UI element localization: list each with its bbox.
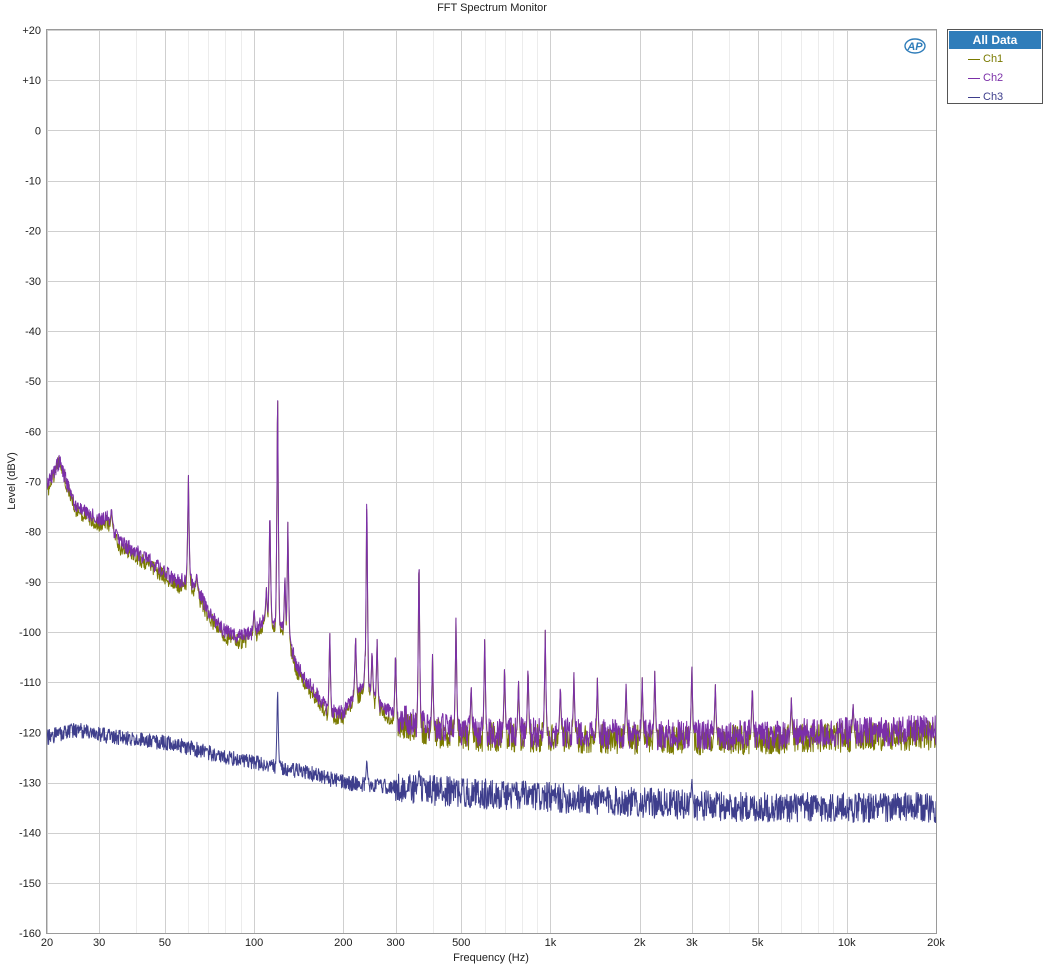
x-tick-label: 200	[334, 937, 352, 949]
y-tick-label: -20	[25, 226, 41, 238]
x-tick-label: 300	[386, 937, 404, 949]
x-tick-label: 3k	[686, 937, 698, 949]
x-axis: 20 30 50 100 200 300 500 1k 2k 3k 5k 10k 20k	[41, 937, 945, 949]
y-tick-label: -60	[25, 426, 41, 438]
y-tick-label: -70	[25, 477, 41, 489]
y-tick-label: -140	[19, 828, 41, 840]
legend-header[interactable]: All Data	[949, 31, 1041, 49]
series-line-ch3	[46, 691, 937, 824]
y-axis-label: Level (dBV)	[6, 452, 18, 509]
y-tick-label: -110	[20, 677, 41, 689]
legend-item-ch1[interactable]: Ch1	[948, 50, 1042, 69]
series-line-ch2	[46, 400, 937, 751]
y-tick-label: -50	[25, 376, 41, 388]
x-tick-label: 500	[452, 937, 470, 949]
series-line-ch1	[46, 400, 937, 756]
chart-title: FFT Spectrum Monitor	[437, 2, 547, 14]
x-tick-label: 100	[245, 937, 263, 949]
y-tick-label: -100	[19, 627, 41, 639]
ap-logo-text: AP	[906, 41, 923, 53]
legend-item-ch3[interactable]: Ch3	[948, 88, 1042, 107]
y-tick-label: -130	[19, 778, 41, 790]
legend-label-ch1: Ch1	[983, 53, 1004, 65]
legend-swatch-ch1	[968, 59, 980, 60]
y-tick-label: -90	[25, 577, 41, 589]
x-tick-label: 20	[41, 937, 53, 949]
y-tick-label: +20	[22, 25, 41, 37]
y-tick-label: -10	[25, 176, 41, 188]
y-tick-label: -120	[19, 727, 41, 739]
y-tick-label: -40	[25, 326, 41, 338]
legend-swatch-ch2	[968, 78, 980, 79]
y-tick-label: 0	[35, 125, 41, 137]
x-axis-label: Frequency (Hz)	[453, 952, 529, 964]
legend-swatch-ch3	[968, 97, 980, 98]
y-tick-label: -150	[19, 878, 41, 890]
fft-chart: FFT Spectrum Monitor +20 +10 0 -10 -20 -30 -40…	[6, 2, 945, 964]
y-tick-label: +10	[22, 75, 41, 87]
x-tick-label: 30	[93, 937, 105, 949]
ap-logo-icon: AP	[904, 38, 926, 54]
y-axis: +20 +10 0 -10 -20 -30 -40 -50 -60 -70 -80 -90 -100 -1…	[19, 25, 41, 940]
series-layer	[46, 400, 937, 824]
x-tick-label: 2k	[634, 937, 646, 949]
y-tick-label: -30	[25, 276, 41, 288]
x-tick-label: 5k	[752, 937, 764, 949]
legend-item-ch2[interactable]: Ch2	[948, 69, 1042, 88]
y-tick-label: -80	[25, 527, 41, 539]
legend-label-ch2: Ch2	[983, 72, 1004, 84]
legend: All Data Ch1 Ch2 Ch3	[947, 29, 1043, 104]
x-tick-label: 10k	[838, 937, 856, 949]
x-tick-label: 20k	[927, 937, 945, 949]
y-tick-label: -160	[19, 928, 41, 940]
x-tick-label: 1k	[545, 937, 557, 949]
x-tick-label: 50	[159, 937, 171, 949]
legend-label-ch3: Ch3	[983, 91, 1004, 103]
